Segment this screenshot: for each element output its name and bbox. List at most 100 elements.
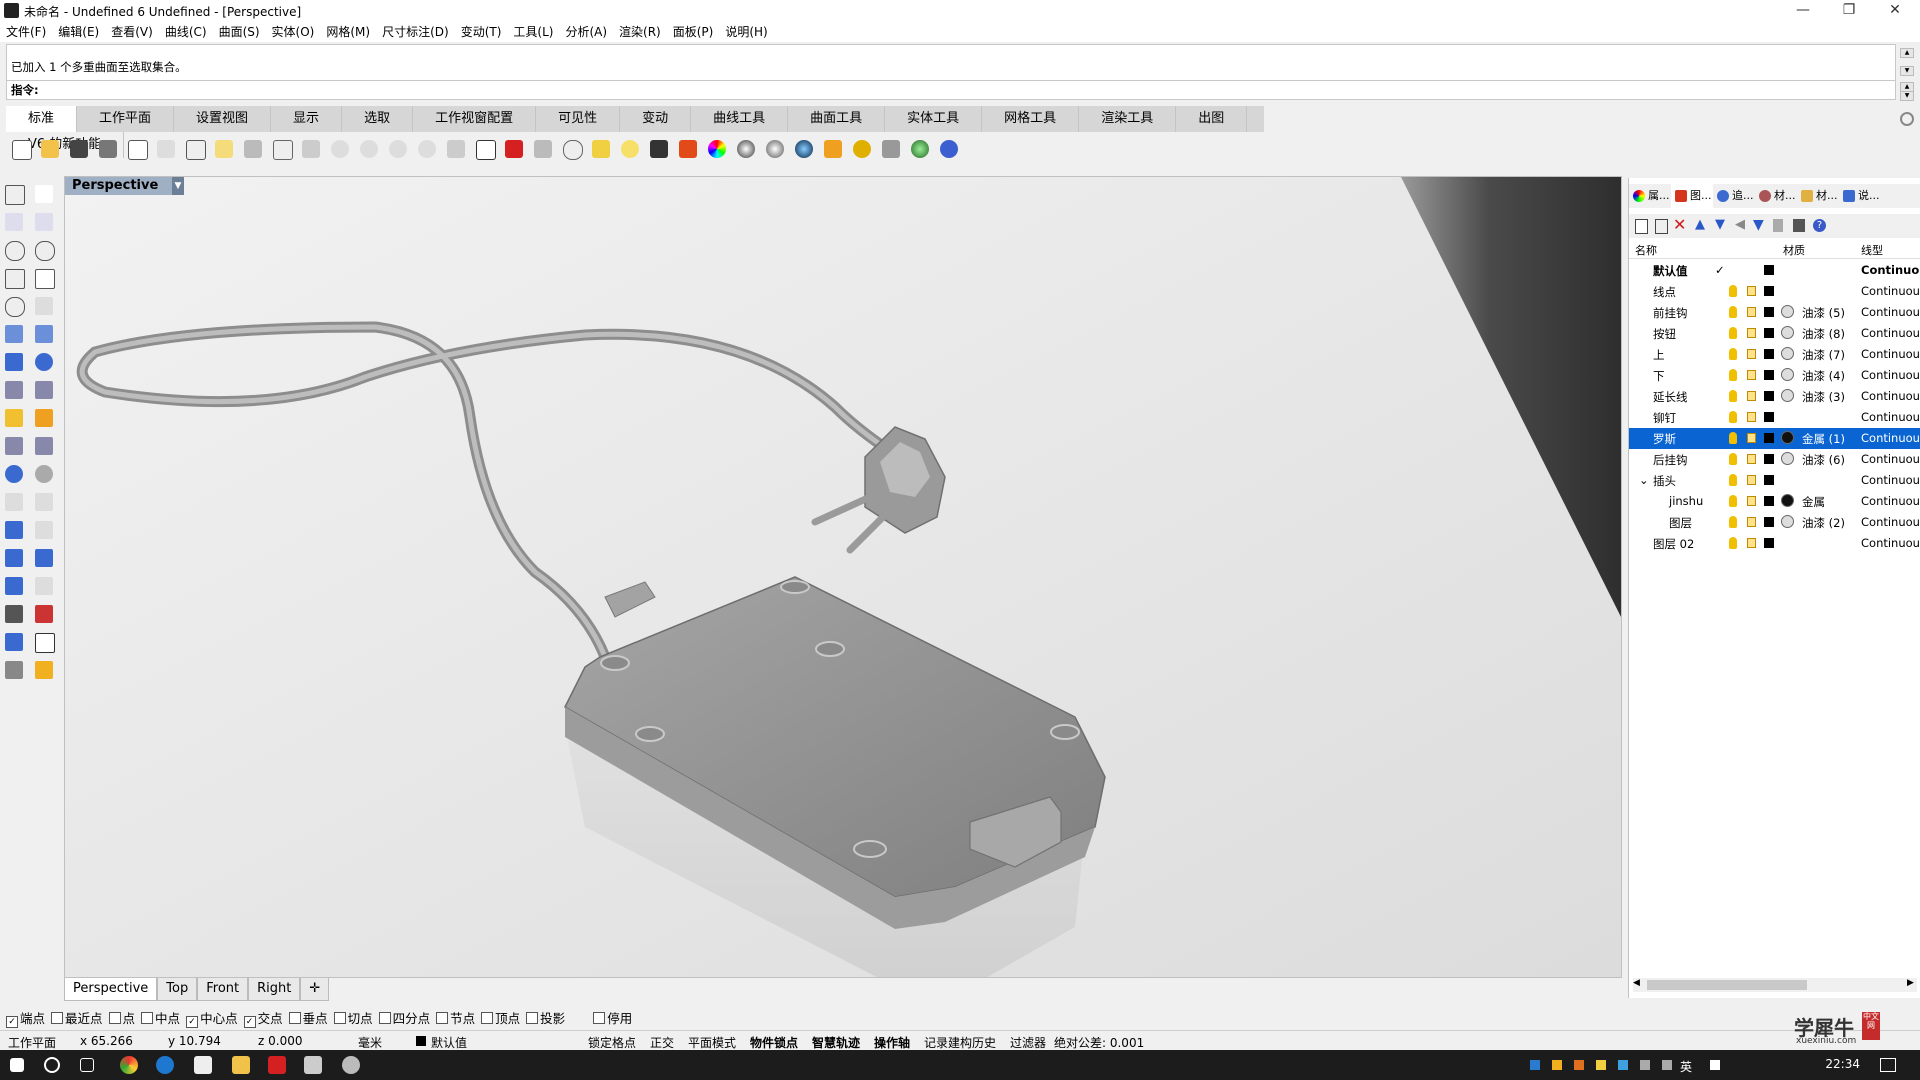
layer-color-swatch[interactable] (1764, 475, 1774, 485)
edge-icon[interactable] (156, 1056, 174, 1074)
tray-icon-3[interactable] (1574, 1060, 1584, 1070)
circle-icon[interactable] (560, 137, 584, 161)
volume-icon[interactable] (1662, 1060, 1672, 1070)
paste-icon[interactable] (212, 137, 236, 161)
panel-tab-layers[interactable]: 图... (1671, 184, 1713, 208)
dimension-tool-icon[interactable] (32, 518, 56, 542)
trim-icon[interactable] (32, 434, 56, 458)
light-bulb-icon[interactable] (1729, 432, 1737, 444)
menu-curve[interactable]: 曲线(C) (159, 22, 213, 42)
layer-material[interactable]: 油漆 (5) (1802, 305, 1845, 321)
status-grid-snap[interactable]: 锁定格点 (588, 1034, 636, 1051)
split-icon[interactable] (2, 434, 26, 458)
status-planar[interactable]: 平面模式 (688, 1034, 736, 1051)
status-layer[interactable]: 默认值 (431, 1034, 467, 1051)
layer-name[interactable]: 前挂钩 (1653, 305, 1688, 321)
lock-icon[interactable] (647, 137, 671, 161)
ime-indicator[interactable]: 英 (1680, 1058, 1692, 1075)
lock-icon[interactable] (1747, 538, 1756, 548)
menu-tools[interactable]: 工具(L) (507, 22, 559, 42)
grid-array-icon[interactable] (2, 602, 26, 626)
layer-row[interactable]: 上 油漆 (7) Continuous (1629, 344, 1920, 365)
render-preview-icon[interactable] (2, 658, 26, 682)
align-icon[interactable] (32, 574, 56, 598)
layer-color-swatch[interactable] (1764, 349, 1774, 359)
menu-analyze[interactable]: 分析(A) (559, 22, 613, 42)
layer-name[interactable]: 铆钉 (1653, 410, 1676, 426)
network-icon[interactable] (1640, 1060, 1650, 1070)
sphere-icon[interactable] (763, 137, 787, 161)
search-icon[interactable] (44, 1057, 60, 1073)
menu-help[interactable]: 说明(H) (719, 22, 773, 42)
menu-panels[interactable]: 面板(P) (667, 22, 720, 42)
globe-icon[interactable] (908, 137, 932, 161)
explode-icon[interactable] (32, 406, 56, 430)
save-icon[interactable] (67, 137, 91, 161)
layer-color-swatch[interactable] (1764, 433, 1774, 443)
col-name-header[interactable]: 名称 (1635, 242, 1657, 258)
layer-name[interactable]: 上 (1653, 347, 1665, 363)
light-bulb-icon[interactable] (1729, 537, 1737, 549)
material-swatch[interactable] (1781, 347, 1794, 360)
layer-row[interactable]: 下 油漆 (4) Continuous (1629, 365, 1920, 386)
layer-name[interactable]: 插头 (1653, 473, 1676, 489)
checkbox[interactable] (481, 1012, 494, 1024)
light-bulb-icon[interactable] (1729, 453, 1737, 465)
scroll-thumb[interactable] (1647, 980, 1807, 990)
layer-row[interactable]: jinshu 金属 Continuous (1629, 491, 1920, 512)
layer-material[interactable]: 油漆 (4) (1802, 368, 1845, 384)
surface-analysis-icon[interactable] (2, 630, 26, 654)
menu-render[interactable]: 渲染(R) (613, 22, 667, 42)
keyboard-icon[interactable] (1710, 1060, 1720, 1070)
scroll-right-icon[interactable]: ▶ (1907, 978, 1914, 988)
zoom-extents-icon[interactable] (357, 137, 381, 161)
fillet-edge-icon[interactable] (2, 490, 26, 514)
layer-row[interactable]: 按钮 油漆 (8) Continuous (1629, 323, 1920, 344)
minimize-button[interactable]: — (1780, 0, 1826, 22)
command-history[interactable]: 已加入 1 个多重曲面至选取集合。 (6, 44, 1896, 82)
checkbox[interactable]: ✓ (6, 1016, 18, 1028)
light-bulb-icon[interactable] (1729, 474, 1737, 486)
gear-icon[interactable] (850, 137, 874, 161)
scroll-left-icon[interactable]: ◀ (1633, 978, 1640, 988)
layer-color-swatch[interactable] (1764, 538, 1774, 548)
zoom-all-icon[interactable] (386, 137, 410, 161)
checkbox[interactable]: ✓ (243, 1016, 256, 1028)
chrome-icon[interactable] (120, 1056, 138, 1074)
menu-mesh[interactable]: 网格(M) (320, 22, 376, 42)
checkbox[interactable] (593, 1012, 606, 1024)
document-icon[interactable] (1773, 219, 1783, 232)
checkbox[interactable] (378, 1012, 391, 1024)
lock-icon[interactable] (1747, 370, 1756, 380)
tab-viewport-layout[interactable]: 工作视窗配置 (413, 106, 537, 132)
copy-icon[interactable] (183, 137, 207, 161)
layer-row[interactable]: ⌄ 插头 Continuous (1629, 470, 1920, 491)
tab-drafting[interactable]: 出图 (1176, 106, 1248, 132)
osnap-option[interactable]: 中点 (141, 1008, 180, 1030)
select-arrow-icon[interactable] (2, 182, 26, 206)
tab-surface-tools[interactable]: 曲面工具 (788, 106, 886, 132)
cylinder-icon[interactable] (2, 378, 26, 402)
extrude-curve-icon[interactable] (32, 322, 56, 346)
layer-color-swatch[interactable] (1764, 286, 1774, 296)
osnap-option[interactable]: 最近点 (51, 1008, 103, 1030)
import-icon[interactable] (125, 137, 149, 161)
curve-icon[interactable] (32, 210, 56, 234)
store-icon[interactable] (194, 1056, 212, 1074)
scroll-down-icon[interactable]: ▼ (1900, 66, 1914, 76)
light-bulb-icon[interactable] (1729, 516, 1737, 528)
shield-icon[interactable] (676, 137, 700, 161)
layer-row[interactable]: 图层 02 Continuous (1629, 533, 1920, 554)
zoom-selected-icon[interactable] (415, 137, 439, 161)
checkbox[interactable] (526, 1012, 539, 1024)
tray-icon-1[interactable] (1530, 1060, 1540, 1070)
car-icon[interactable] (502, 137, 526, 161)
status-ortho[interactable]: 正交 (650, 1034, 674, 1051)
check-icon[interactable] (32, 630, 56, 654)
panel-tab-library[interactable]: 材... (1797, 184, 1839, 208)
layer-row[interactable]: 后挂钩 油漆 (6) Continuous (1629, 449, 1920, 470)
ellipse-tool-icon[interactable] (32, 238, 56, 262)
shade-icon[interactable] (734, 137, 758, 161)
status-history[interactable]: 记录建构历史 (924, 1034, 996, 1051)
light-bulb-icon[interactable] (1729, 495, 1737, 507)
